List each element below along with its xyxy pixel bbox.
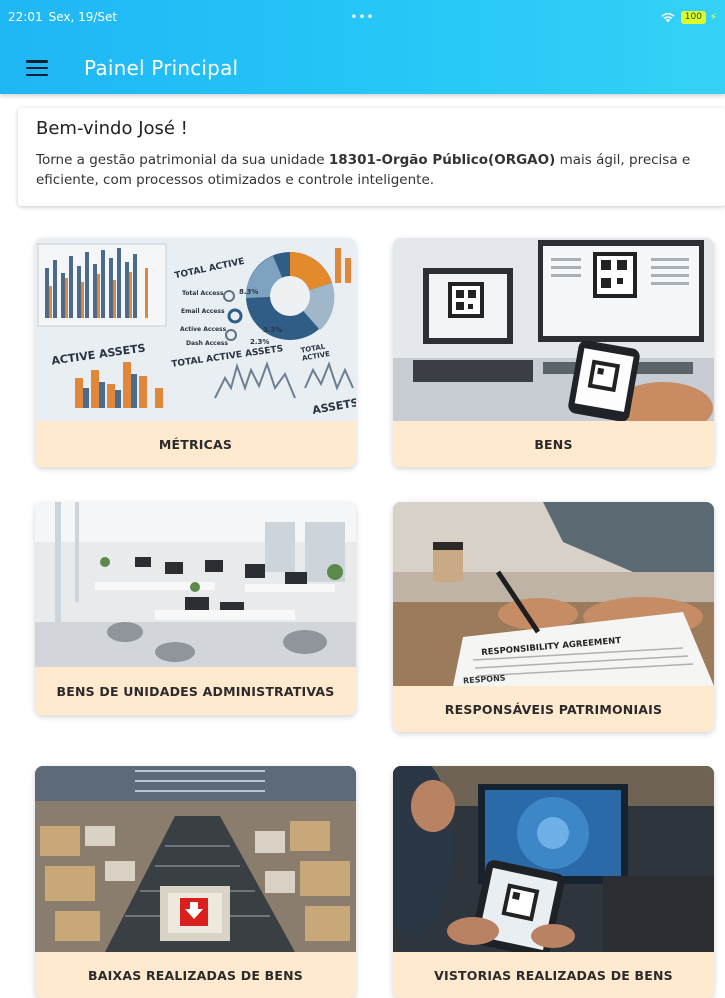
welcome-text: Torne a gestão patrimonial da sua unidad… [36, 150, 725, 190]
card-label: VISTORIAS REALIZADAS DE BENS [393, 952, 714, 998]
metrics-dashboard-image: TOTAL ACTIVE Total Access Email Access A… [35, 238, 356, 421]
app-bar-row: Painel Principal [0, 48, 725, 88]
metric-text-email-access: Email Access [181, 308, 225, 315]
card-label: RESPONSÁVEIS PATRIMONIAIS [393, 686, 714, 732]
card-responsaveis-patrimoniais[interactable]: RESPONSIBILITY AGREEMENT RESPONS RESPONS… [393, 502, 714, 732]
unit-name: 18301-Orgão Público(ORGAO) [328, 152, 556, 168]
warehouse-illustration [35, 766, 356, 952]
hamburger-menu-icon[interactable] [26, 60, 48, 76]
signing-document-image: RESPONSIBILITY AGREEMENT RESPONS [393, 502, 714, 686]
card-vistorias-realizadas[interactable]: VISTORIAS REALIZADAS DE BENS [393, 766, 714, 998]
metric-text-pct-2: 3.3% [263, 326, 283, 334]
bens-qr-image [393, 238, 714, 421]
card-label: BENS [393, 421, 714, 467]
card-bens[interactable]: BENS [393, 238, 714, 467]
card-label: BAIXAS REALIZADAS DE BENS [35, 952, 356, 998]
card-label: MÉTRICAS [35, 421, 356, 467]
inspection-illustration [393, 766, 714, 952]
top-app-bar: 22:01 Sex, 19/Set ••• 100 ⚡ Painel Princ… [0, 0, 725, 94]
inspection-tablet-image [393, 766, 714, 952]
page-title: Painel Principal [84, 56, 239, 80]
welcome-text-before: Torne a gestão patrimonial da sua unidad… [36, 152, 329, 168]
metric-text-pct-3: 2.3% [250, 338, 270, 346]
status-bar: 22:01 Sex, 19/Set ••• 100 ⚡ [8, 8, 717, 26]
warehouse-disposal-image [35, 766, 356, 952]
metric-text-active-access: Active Access [180, 326, 227, 333]
metric-text-pct-1: 8.3% [239, 288, 259, 296]
card-metricas[interactable]: TOTAL ACTIVE Total Access Email Access A… [35, 238, 356, 467]
card-baixas-realizadas[interactable]: BAIXAS REALIZADAS DE BENS [35, 766, 356, 998]
office-image [35, 502, 356, 667]
signing-illustration [393, 502, 714, 686]
status-dots: ••• [350, 10, 375, 24]
card-bens-unidades-administrativas[interactable]: BENS DE UNIDADES ADMINISTRATIVAS [35, 502, 356, 715]
office-illustration [35, 502, 356, 667]
welcome-card: Bem-vindo José ! Torne a gestão patrimon… [18, 108, 725, 206]
metric-text-total-access: Total Access [182, 290, 224, 297]
metric-text-dash-access: Dash Access [186, 340, 228, 347]
card-label: BENS DE UNIDADES ADMINISTRATIVAS [35, 667, 356, 715]
qr-code-desk-illustration [393, 238, 714, 421]
welcome-heading: Bem-vindo José ! [36, 118, 188, 139]
